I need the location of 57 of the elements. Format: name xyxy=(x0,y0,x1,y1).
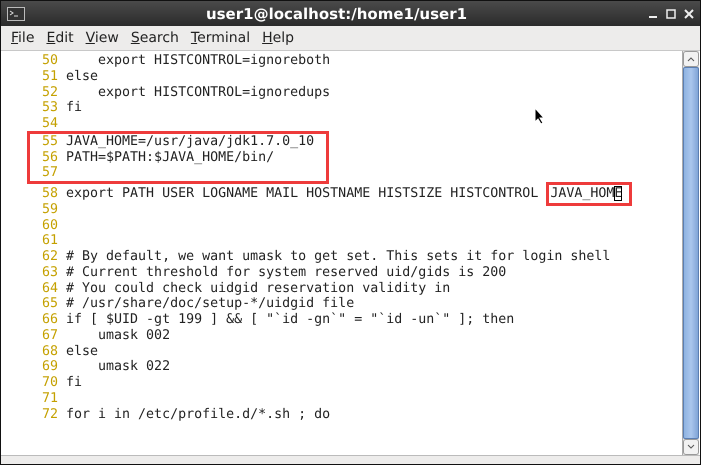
code-text: export HISTCONTROL=ignoreboth xyxy=(98,53,330,69)
code-text: fi xyxy=(66,100,82,116)
line-number: 70 xyxy=(40,375,59,391)
line-number: 50 xyxy=(40,53,59,69)
menu-item[interactable]: Terminal xyxy=(184,30,256,46)
cursor-character: E xyxy=(614,186,622,201)
line-number: 57 xyxy=(40,165,59,181)
mouse-pointer-icon xyxy=(534,107,546,125)
line-number: 64 xyxy=(40,280,59,296)
caret-down-icon xyxy=(687,444,695,450)
line-number: 65 xyxy=(40,296,59,312)
scroll-up-button[interactable] xyxy=(683,51,699,67)
scroll-down-button[interactable] xyxy=(683,439,699,455)
menu-item[interactable]: Edit xyxy=(40,30,80,46)
code-text: fi xyxy=(66,375,82,391)
line-number: 58 xyxy=(40,186,59,202)
caret-up-icon xyxy=(687,56,695,62)
line-number: 63 xyxy=(40,264,59,280)
line-number: 69 xyxy=(40,359,59,375)
close-icon[interactable] xyxy=(684,8,694,18)
line-number: 62 xyxy=(40,249,59,265)
menu-item[interactable]: File xyxy=(5,30,40,46)
code-text: umask 002 xyxy=(98,328,170,344)
line-number: 52 xyxy=(40,84,59,100)
code-text: JAVA_HOME=/usr/java/jdk1.7.0_10 xyxy=(66,134,314,150)
line-number: 61 xyxy=(40,233,59,249)
line-number: 67 xyxy=(40,328,59,344)
line-number: 54 xyxy=(40,116,59,132)
code-text: # /usr/share/doc/setup-*/uidgid file xyxy=(66,296,354,312)
terminal-icon xyxy=(7,6,25,20)
line-number: 55 xyxy=(40,134,59,150)
line-number: 53 xyxy=(40,100,59,116)
window-title: user1@localhost:/home1/user1 xyxy=(204,4,468,22)
code-text: # By default, we want umask to get set. This sets it for login shell xyxy=(66,249,610,265)
line-number: 66 xyxy=(40,312,59,328)
line-number: 59 xyxy=(40,202,59,218)
code-text: PATH=$PATH:$JAVA_HOME/bin/ xyxy=(66,150,274,166)
line-number: 71 xyxy=(40,390,59,406)
line-number: 72 xyxy=(40,406,59,422)
line-number: 56 xyxy=(40,150,59,166)
code-text: else xyxy=(66,344,98,360)
code-text: export HISTCONTROL=ignoredups xyxy=(97,84,330,100)
code-text: # You could check uidgid reservation validity in xyxy=(66,280,450,296)
code-text: if [ $UID -gt 199 ] && [ "`id -gn`" = "`id -un`" ]; then xyxy=(66,312,514,328)
line-number: 60 xyxy=(40,218,59,234)
code-text: umask 022 xyxy=(97,359,170,375)
code-text: export PATH USER LOGNAME MAIL HOSTNAME HISTSIZE HISTCONTROL xyxy=(66,186,540,202)
menu-item[interactable]: Search xyxy=(124,30,185,46)
maximize-icon[interactable] xyxy=(666,8,676,18)
code-text: for i in /etc/profile.d/*.sh ; do xyxy=(66,406,330,422)
menu-item[interactable]: View xyxy=(80,30,125,46)
menu-item[interactable]: Help xyxy=(256,30,300,46)
code-text: else xyxy=(66,68,98,84)
line-number: 51 xyxy=(40,68,59,84)
code-text: # Current threshold for system reserved uid/gids is 200 xyxy=(66,264,506,280)
line-number: 68 xyxy=(40,344,59,360)
highlighted-code-text: JAVA_HOM xyxy=(550,186,614,201)
